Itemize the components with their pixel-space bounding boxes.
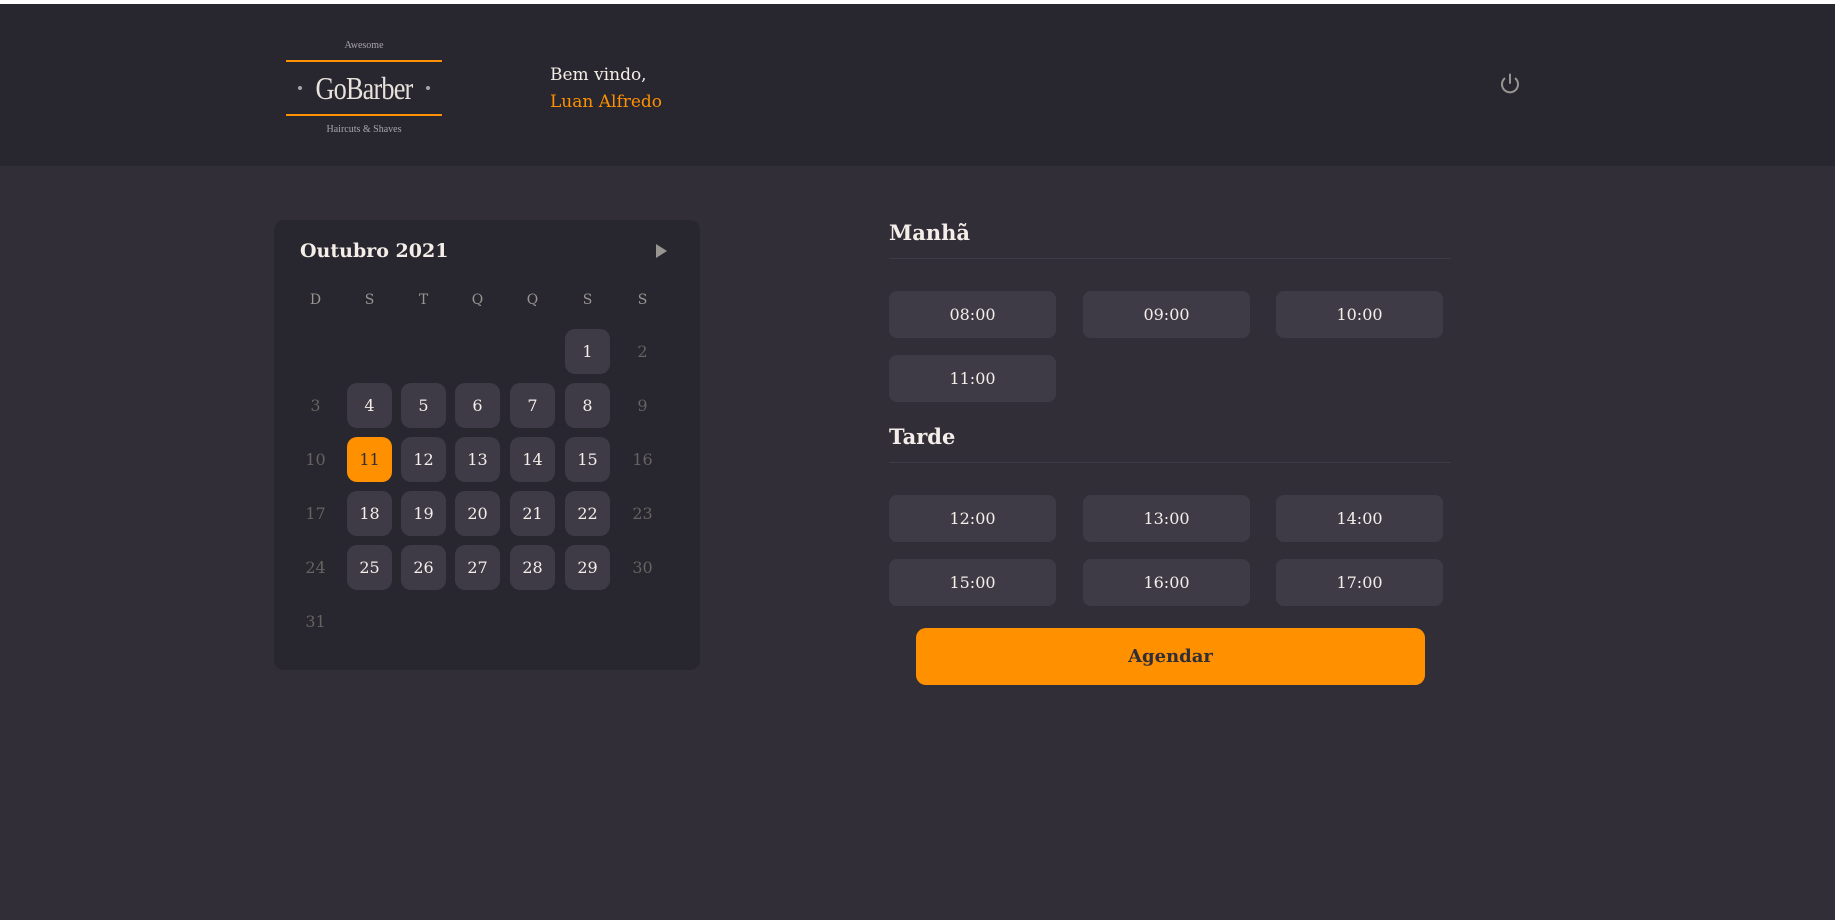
profile-link[interactable]: Luan Alfredo	[550, 89, 662, 116]
afternoon-title: Tarde	[889, 424, 956, 449]
calendar-day: 30	[632, 558, 653, 577]
app-header: Awesome GoBarber Haircuts & Shaves Bem v…	[0, 4, 1835, 166]
calendar-day: 3	[310, 396, 321, 415]
logo-rule-top	[286, 60, 442, 62]
calendar-day: 9	[637, 396, 648, 415]
time-slot-button[interactable]: 16:00	[1083, 559, 1250, 606]
calendar-day[interactable]: 6	[455, 383, 500, 428]
schedule-button[interactable]: Agendar	[916, 628, 1425, 685]
calendar-day[interactable]: 27	[455, 545, 500, 590]
time-slot-button[interactable]: 10:00	[1276, 291, 1443, 338]
time-slot-button[interactable]: 17:00	[1276, 559, 1443, 606]
calendar-day: 24	[305, 558, 326, 577]
power-icon[interactable]	[1498, 72, 1522, 96]
weekday-label: Q	[526, 292, 539, 308]
triangle-right-icon[interactable]	[652, 242, 670, 260]
logo-bottom-text: Haircuts & Shaves	[326, 124, 402, 135]
weekday-label: S	[364, 292, 375, 308]
calendar-day[interactable]: 5	[401, 383, 446, 428]
calendar-day[interactable]: 13	[455, 437, 500, 482]
calendar-day[interactable]: 25	[347, 545, 392, 590]
calendar-day[interactable]: 7	[510, 383, 555, 428]
calendar-day[interactable]: 8	[565, 383, 610, 428]
time-slot-button[interactable]: 15:00	[889, 559, 1056, 606]
calendar-day[interactable]: 15	[565, 437, 610, 482]
greeting-text: Bem vindo,	[550, 65, 647, 85]
calendar-day[interactable]: 18	[347, 491, 392, 536]
welcome-block: Bem vindo, Luan Alfredo	[550, 62, 662, 116]
calendar-day[interactable]: 19	[401, 491, 446, 536]
weekday-label: S	[582, 292, 593, 308]
calendar-day: 2	[637, 342, 648, 361]
time-slot-button[interactable]: 11:00	[889, 355, 1056, 402]
calendar-day: 23	[632, 504, 653, 523]
logo-dot-right	[426, 86, 430, 90]
weekday-label: D	[309, 292, 322, 308]
calendar-month-title: Outubro 2021	[300, 240, 449, 262]
calendar-day: 10	[305, 450, 326, 469]
time-slot-button[interactable]: 12:00	[889, 495, 1056, 542]
calendar-day[interactable]: 14	[510, 437, 555, 482]
logo-rule-bottom	[286, 114, 442, 116]
weekday-label: T	[418, 292, 429, 308]
logo-top-text: Awesome	[344, 40, 384, 51]
calendar-day[interactable]: 22	[565, 491, 610, 536]
calendar-day[interactable]: 26	[401, 545, 446, 590]
morning-divider	[889, 258, 1451, 259]
calendar: Outubro 2021 D S T Q Q S S 1 2 3 4 5 6 7 8 9 10 11 12 13 14 1…	[274, 220, 700, 670]
time-slot-button[interactable]: 14:00	[1276, 495, 1443, 542]
time-slot-button[interactable]: 09:00	[1083, 291, 1250, 338]
calendar-day[interactable]: 21	[510, 491, 555, 536]
gobarber-logo: Awesome GoBarber Haircuts & Shaves	[286, 38, 442, 138]
weekday-label: Q	[471, 292, 484, 308]
calendar-day[interactable]: 28	[510, 545, 555, 590]
calendar-day: 17	[305, 504, 326, 523]
calendar-day: 16	[632, 450, 653, 469]
calendar-day[interactable]: 20	[455, 491, 500, 536]
weekday-label: S	[637, 292, 648, 308]
time-slot-button[interactable]: 08:00	[889, 291, 1056, 338]
calendar-day[interactable]: 29	[565, 545, 610, 590]
calendar-day[interactable]: 4	[347, 383, 392, 428]
calendar-day[interactable]: 12	[401, 437, 446, 482]
calendar-day-selected[interactable]: 11	[347, 437, 392, 482]
time-slot-button[interactable]: 13:00	[1083, 495, 1250, 542]
afternoon-divider	[889, 462, 1451, 463]
calendar-day: 31	[305, 612, 326, 631]
morning-title: Manhã	[889, 220, 970, 245]
calendar-day[interactable]: 1	[565, 329, 610, 374]
logo-brand: GoBarber	[315, 70, 414, 106]
